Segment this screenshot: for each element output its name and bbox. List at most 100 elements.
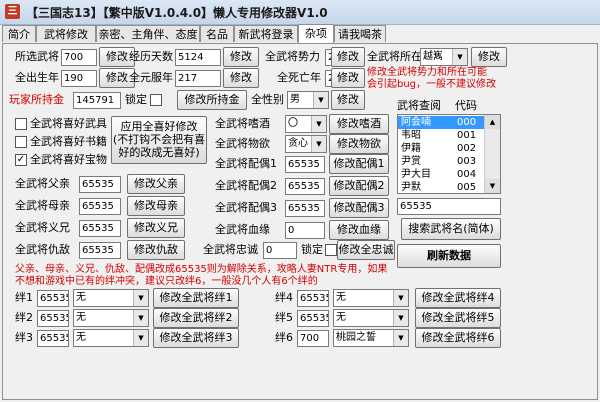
modify-bond2-button[interactable]: 修改全武将绊2 [153,308,239,328]
gender-select[interactable]: 男 ▼ [287,91,329,109]
search-general-button[interactable]: 搜索武将名(简体) [401,218,501,240]
bond6-input[interactable]: 700 [297,330,329,347]
refresh-button[interactable]: 刷新数据 [397,244,501,268]
modify-gender-button[interactable]: 修改 [331,90,365,110]
modify-bond3-button[interactable]: 修改全武将绊3 [153,328,239,348]
loyalty-lock-checkbox[interactable] [325,244,337,256]
brother-input[interactable]: 65535 [79,220,121,237]
modify-death-button[interactable]: 修改 [331,68,365,88]
misc-panel: 所选武将 700 修改 经历天数 5124 修改 全武将势力 255 修改 全武… [2,43,598,400]
blood-input[interactable]: 0 [285,222,325,239]
bond4-input[interactable]: 65535 [297,290,329,307]
bond3-input[interactable]: 65535 [37,330,69,347]
general-list[interactable]: 阿会喃 000 韦昭 001 伊籍 002 尹赏 003 尹大目 004 尹默 … [397,114,501,194]
spouse3-label: 全武将配偶3 [215,201,277,214]
hobby-label: 全武将嗜酒 [215,117,270,130]
tab-general-edit[interactable]: 武将修改 [36,25,96,42]
bond2-select[interactable]: 无 ▼ [73,309,149,327]
code-label: 代码 [455,99,477,112]
bond5-input[interactable]: 65535 [297,310,329,327]
modify-enemy-button[interactable]: 修改仇敌 [127,240,185,260]
birth-year-label: 全出生年 [15,71,59,84]
bond1-input[interactable]: 65535 [37,290,69,307]
tab-intimacy[interactable]: 亲密、主角伴、态度 [96,25,200,42]
modify-bond1-button[interactable]: 修改全武将绊1 [153,288,239,308]
enemy-input[interactable]: 65535 [79,242,121,259]
tab-new-general[interactable]: 新武将登录 [234,25,298,42]
bond5-select[interactable]: 无 ▼ [333,309,409,327]
modify-bond6-button[interactable]: 修改全武将绊6 [415,328,501,348]
main-window: 三 【三国志13】【繁中版V1.0.4.0】懒人专用修改器V1.0 简介 武将修… [0,0,600,402]
modify-coming-of-age-button[interactable]: 修改 [223,68,259,88]
fav-book-checkbox[interactable] [15,136,27,148]
bond6-select[interactable]: 桃园之誓 ▼ [333,329,409,347]
desire-select[interactable]: 贪心 ▼ [285,135,327,153]
coming-of-age-input[interactable]: 217 [175,70,221,87]
chevron-down-icon: ▼ [133,330,148,346]
birth-year-input[interactable]: 190 [61,70,97,87]
spouse1-input[interactable]: 65535 [285,156,325,173]
scroll-up-icon[interactable]: ▲ [485,115,500,129]
gender-value: 男 [290,94,300,105]
modify-blood-button[interactable]: 修改血缘 [329,220,389,240]
modify-hobby-button[interactable]: 修改嗜酒 [329,114,389,134]
father-input[interactable]: 65535 [79,176,121,193]
bond1-select[interactable]: 无 ▼ [73,289,149,307]
selected-input[interactable]: 700 [61,49,97,66]
tab-intro[interactable]: 简介 [2,25,36,42]
player-gold-input[interactable]: 145791 [73,92,121,109]
modify-brother-button[interactable]: 修改义兄 [127,218,185,238]
chevron-down-icon: ▼ [393,290,408,306]
spouse2-label: 全武将配偶2 [215,179,277,192]
gold-lock-checkbox[interactable] [150,94,162,106]
chevron-down-icon: ▼ [133,310,148,326]
modify-gold-button[interactable]: 修改所持金 [177,90,247,110]
tab-treasures[interactable]: 名品 [200,25,234,42]
list-scrollbar[interactable]: ▲ ▼ [484,115,500,193]
bond3-select[interactable]: 无 ▼ [73,329,149,347]
spouse3-input[interactable]: 65535 [285,200,325,217]
death-year-label: 全死亡年 [277,71,321,84]
modify-power-button[interactable]: 修改 [331,47,365,67]
title-bar: 三 【三国志13】【繁中版V1.0.4.0】懒人专用修改器V1.0 [0,0,600,25]
gold-lock-label: 锁定 [125,93,147,106]
modify-bond4-button[interactable]: 修改全武将绊4 [415,288,501,308]
fav-treasure-checkbox[interactable]: ✓ [15,154,27,166]
chevron-down-icon: ▼ [313,92,328,108]
family-note-line1: 父亲、母亲、义兄、仇敌、配偶改成65535则为解除关系，攻略人妻NTR专用，如果 [15,264,388,275]
modify-spouse1-button[interactable]: 修改配偶1 [329,154,389,174]
modify-father-button[interactable]: 修改父亲 [127,174,185,194]
modify-desire-button[interactable]: 修改物欲 [329,134,389,154]
chevron-down-icon: ▼ [133,290,148,306]
scroll-down-icon[interactable]: ▼ [485,179,500,193]
fav-gear-checkbox[interactable] [15,118,27,130]
hobby-select[interactable]: 〇 ▼ [285,115,327,133]
modify-spouse2-button[interactable]: 修改配偶2 [329,176,389,196]
apply-favorites-button[interactable]: 应用全喜好修改 (不打钩不会把有喜 好的改成无喜好) [111,116,207,164]
search-code-input[interactable]: 65535 [397,198,501,215]
experience-days-input[interactable]: 5124 [175,49,221,66]
spouse2-input[interactable]: 65535 [285,178,325,195]
tab-donate[interactable]: 请我喝茶 [334,25,386,42]
modify-bond5-button[interactable]: 修改全武将绊5 [415,308,501,328]
bond2-label: 绊2 [15,311,33,324]
spouse1-label: 全武将配偶1 [215,157,277,170]
fav-book-label: 全武将喜好书籍 [30,135,107,148]
location-select[interactable]: 越嶲 ▼ [420,48,468,66]
modify-mother-button[interactable]: 修改母亲 [127,196,185,216]
loyalty-label: 全武将忠诚 [203,243,258,256]
check-icon: ✓ [16,154,26,165]
brother-label: 全武将义兄 [15,221,70,234]
selected-label: 所选武将 [15,50,59,63]
bond2-input[interactable]: 65535 [37,310,69,327]
modify-location-button[interactable]: 修改 [471,47,507,67]
mother-input[interactable]: 65535 [79,198,121,215]
bond4-select[interactable]: 无 ▼ [333,289,409,307]
modify-loyalty-button[interactable]: 修改全忠诚 [337,240,395,260]
modify-spouse3-button[interactable]: 修改配偶3 [329,198,389,218]
loyalty-input[interactable]: 0 [263,242,297,259]
modify-experience-button[interactable]: 修改 [223,47,259,67]
tab-misc[interactable]: 杂项 [298,24,334,43]
window-title: 【三国志13】【繁中版V1.0.4.0】懒人专用修改器V1.0 [26,6,328,20]
experience-days-label: 经历天数 [129,50,173,63]
